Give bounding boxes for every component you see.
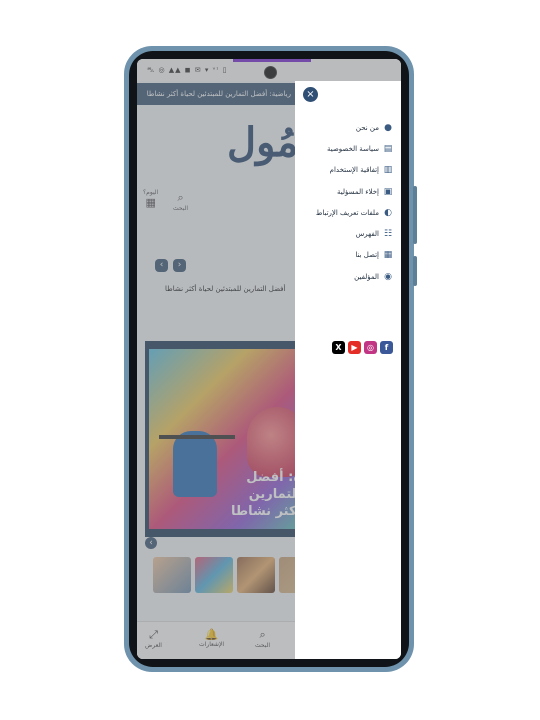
sitemap-icon: ☷	[383, 229, 393, 240]
user-circle-icon: ◉	[384, 271, 392, 282]
menu-item-label: الفهرس	[355, 230, 379, 239]
menu-item-cookies[interactable]: ملفات تعريف الإرتباط ◐	[295, 202, 393, 223]
close-button[interactable]: ×	[303, 87, 318, 102]
volume-button	[413, 256, 417, 286]
book-open-icon: ▥	[383, 165, 393, 176]
screen: ⛍ ◎ ▲▲ ◼ ✉ ▾ ᵛᶦ ▯ رياضية: أفضل التمارين …	[137, 59, 401, 659]
facebook-icon[interactable]: f	[380, 341, 393, 354]
menu-item-label: من نحن	[355, 123, 379, 132]
instagram-icon[interactable]: ◎	[364, 341, 377, 354]
menu-item-label: إخلاء المسؤلية	[337, 187, 379, 196]
menu-item-disclaimer[interactable]: إخلاء المسؤلية ▣	[295, 181, 393, 202]
menu-item-label: سياسة الخصوصية	[326, 144, 379, 153]
menu-item-contact[interactable]: إتصل بنا ▦	[295, 245, 393, 266]
menu-item-label: ملفات تعريف الإرتباط	[315, 208, 379, 217]
side-drawer: × من نحن ● سياسة الخصوصية ▤ إتفاقية الإس…	[295, 81, 401, 659]
menu-item-about[interactable]: من نحن ●	[295, 117, 393, 138]
youtube-icon[interactable]: ▶	[348, 341, 361, 354]
contact-card-icon: ▦	[383, 250, 393, 261]
book-icon: ▤	[383, 143, 393, 154]
phone-bezel: ⛍ ◎ ▲▲ ◼ ✉ ▾ ᵛᶦ ▯ رياضية: أفضل التمارين …	[129, 51, 409, 667]
menu-item-terms[interactable]: إتفاقية الإستخدام ▥	[295, 160, 393, 181]
power-button	[413, 186, 417, 244]
menu-item-label: إتصل بنا	[355, 251, 379, 260]
social-links: X ▶ ◎ f	[332, 341, 393, 354]
menu-item-authors[interactable]: المؤلفين ◉	[295, 266, 393, 287]
drawer-menu: من نحن ● سياسة الخصوصية ▤ إتفاقية الإستخ…	[295, 117, 393, 287]
x-icon[interactable]: X	[332, 341, 345, 354]
shop-icon: ▣	[383, 186, 393, 197]
menu-item-label: المؤلفين	[354, 272, 379, 281]
menu-item-index[interactable]: الفهرس ☷	[295, 223, 393, 244]
menu-item-label: إتفاقية الإستخدام	[329, 166, 379, 175]
menu-item-privacy[interactable]: سياسة الخصوصية ▤	[295, 138, 393, 159]
phone-frame: ⛍ ◎ ▲▲ ◼ ✉ ▾ ᵛᶦ ▯ رياضية: أفضل التمارين …	[124, 46, 417, 672]
person-icon: ●	[384, 122, 392, 133]
cookie-icon: ◐	[384, 207, 392, 218]
